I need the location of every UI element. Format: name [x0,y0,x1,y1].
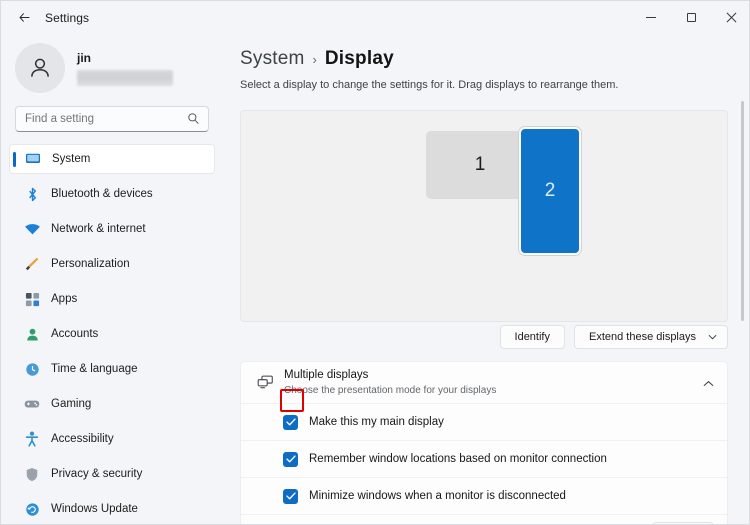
wifi-icon [23,221,41,237]
sidebar-item-label: Personalization [51,258,130,270]
search-box[interactable] [15,106,209,132]
multiple-displays-header[interactable]: Multiple displays Choose the presentatio… [241,362,727,403]
checkbox-label: Remember window locations based on monit… [309,453,607,465]
checkbox-checked[interactable] [283,414,298,430]
multiple-displays-card: Multiple displays Choose the presentatio… [240,361,728,524]
update-icon [23,501,41,517]
close-button[interactable] [711,1,749,34]
breadcrumb-parent[interactable]: System [240,48,305,70]
settings-window: Settings jin Find a setting System Bluet… [0,0,750,525]
person-icon [31,58,49,77]
close-icon [726,12,736,23]
sidebar-item-time-language[interactable]: Time & language [9,354,215,384]
sidebar-item-windows-update[interactable]: Windows Update [9,494,215,524]
sidebar-item-label: Apps [51,293,78,305]
account-email-redacted [77,69,173,86]
page-title: Display [324,48,394,69]
checkbox-label: Minimize windows when a monitor is disco… [309,490,566,502]
shield-icon [23,466,41,482]
accessibility-icon [23,431,41,447]
identify-button[interactable]: Identify [499,325,565,349]
sidebar-item-label: Windows Update [51,503,138,515]
window-title: Settings [45,10,90,25]
display-mode-value: Extend these displays [588,331,696,343]
sidebar-item-system[interactable]: System [9,144,215,174]
display-number: 1 [474,154,486,175]
chevron-down-icon [708,334,717,340]
checkbox-checked[interactable] [283,451,298,467]
search-container [1,96,223,132]
search-icon [187,112,200,130]
checkbox-checked[interactable] [283,488,298,504]
navigation-list: System Bluetooth & devices Network & int… [1,144,223,524]
sidebar-item-bluetooth-devices[interactable]: Bluetooth & devices [9,179,215,209]
sidebar-item-accessibility[interactable]: Accessibility [9,424,215,454]
sidebar-item-label: Time & language [51,363,138,375]
section-title: Multiple displays [284,369,369,381]
sidebar-item-gaming[interactable]: Gaming [9,389,215,419]
gamepad-icon [23,396,41,412]
section-subtitle: Choose the presentation mode for your di… [284,385,497,396]
sidebar-item-accounts[interactable]: Accounts [9,319,215,349]
sidebar-item-label: Accounts [51,328,99,340]
account-name: jin [77,50,91,65]
sidebar: jin Find a setting System Bluetooth & de… [1,34,223,524]
checkbox-row-remember-window-locations[interactable]: Remember window locations based on monit… [241,440,727,477]
window-controls [631,1,749,34]
maximize-button[interactable] [671,1,711,34]
main-content: System › Display Select a display to cha… [223,34,749,524]
checkbox-row-main-display[interactable]: Make this my main display [241,403,727,440]
display-actions: Identify Extend these displays [240,325,728,349]
title-bar: Settings [1,1,749,34]
display-monitor-1[interactable]: 1 [426,131,534,199]
search-input[interactable] [16,113,176,125]
monitor-icon [24,151,42,167]
breadcrumb: System › Display [223,34,749,70]
chevron-up-icon[interactable] [703,374,714,392]
checkbox-row-minimize-windows[interactable]: Minimize windows when a monitor is disco… [241,477,727,514]
sidebar-item-apps[interactable]: Apps [9,284,215,314]
display-mode-dropdown[interactable]: Extend these displays [573,325,728,349]
paintbrush-icon [23,256,41,272]
sidebar-item-network-internet[interactable]: Network & internet [9,214,215,244]
sidebar-item-label: Accessibility [51,433,114,445]
sidebar-item-label: Gaming [51,398,92,410]
avatar [15,43,65,93]
clock-icon [23,361,41,377]
scrollbar[interactable] [737,35,748,524]
sidebar-item-label: System [52,153,91,165]
sidebar-item-label: Bluetooth & devices [51,188,153,200]
detect-button[interactable]: Detect [652,521,714,524]
sidebar-item-personalization[interactable]: Personalization [9,249,215,279]
bluetooth-icon [23,186,41,202]
display-monitor-2[interactable]: 2 [519,127,581,255]
back-arrow-icon [18,13,29,22]
checkbox-label: Make this my main display [309,416,444,428]
display-arrangement-panel[interactable]: 1 2 [240,110,728,322]
sidebar-item-label: Privacy & security [51,468,143,480]
breadcrumb-separator: › [312,52,317,67]
back-button[interactable] [9,4,39,32]
page-subtitle: Select a display to change the settings … [240,79,619,91]
minimize-button[interactable] [631,1,671,34]
display-number: 2 [544,180,556,201]
apps-icon [23,291,41,307]
sidebar-item-label: Network & internet [51,223,146,235]
account-section[interactable]: jin [1,34,223,96]
scrollbar-thumb[interactable] [741,101,744,321]
multiple-displays-icon [254,375,276,390]
maximize-icon [686,13,696,22]
minimize-icon [646,17,656,18]
sidebar-item-privacy-security[interactable]: Privacy & security [9,459,215,489]
account-icon [23,326,41,342]
detect-other-display-row: Detect other display Detect [241,514,727,524]
